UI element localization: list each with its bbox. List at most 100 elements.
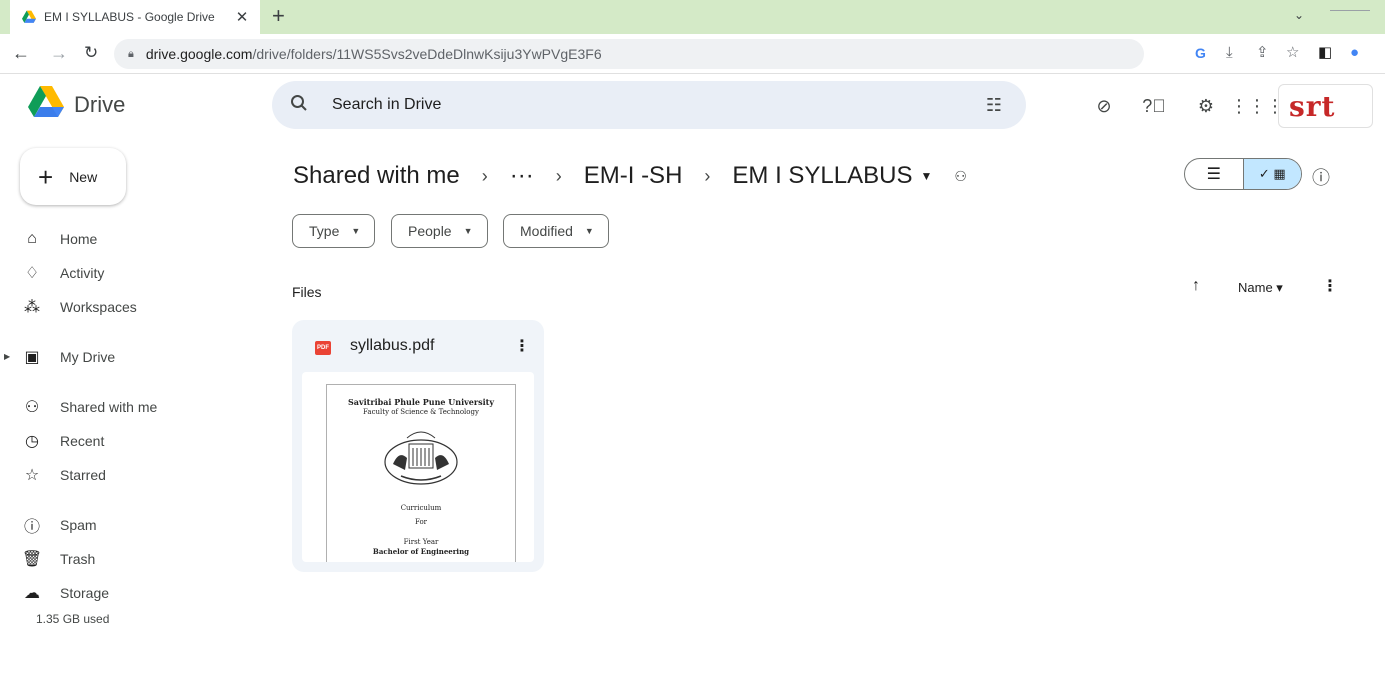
university-emblem-icon [384, 431, 458, 485]
sort-by-button[interactable]: Name ▾ [1238, 280, 1283, 296]
preview-line: Faculty of Science & Technology [363, 408, 479, 416]
sidebar-item-label: Storage [60, 585, 110, 601]
sidebar-item-activity[interactable]: ♢ Activity [14, 258, 264, 288]
sidebar-item-label: My Drive [60, 349, 116, 365]
profile-icon[interactable]: ● [1350, 43, 1359, 63]
url-path: /drive/folders/11WS5Svs2veDdeDlnwKsiju3Y… [252, 46, 602, 62]
ready-for-offline-icon[interactable]: ⊘ [1092, 94, 1116, 118]
file-name[interactable]: syllabus.pdf [350, 337, 435, 355]
settings-gear-icon[interactable]: ⚙ [1194, 94, 1218, 118]
sidebar-item-starred[interactable]: ☆ Starred [14, 460, 264, 490]
people-icon: ⚇ [24, 399, 40, 416]
filter-modified-label: Modified [520, 223, 573, 239]
account-brand-logo: srt [1289, 90, 1336, 123]
storage-usage-text: 1.35 GB used [36, 612, 110, 626]
preview-line: First Year [403, 538, 439, 546]
breadcrumb-em-i-sh[interactable]: EM-I -SH [584, 162, 683, 190]
sidebar-item-my-drive[interactable]: ▣ My Drive [14, 342, 264, 372]
browser-toolbar: ← → ↻ 🔒︎ drive.google.com /drive/folders… [0, 34, 1385, 74]
preview-line: For [414, 518, 428, 526]
clock-icon: ◷ [25, 433, 39, 450]
google-translate-icon[interactable]: G [1195, 43, 1206, 63]
spam-icon: ⓘ [23, 519, 40, 536]
sidebar-item-label: Spam [60, 517, 97, 533]
install-app-icon[interactable]: ⤓ [1226, 43, 1233, 63]
browser-tab[interactable]: EM I SYLLABUS - Google Drive ✕ [10, 0, 260, 34]
app-title[interactable]: Drive [74, 92, 125, 118]
star-icon: ☆ [24, 467, 40, 484]
sidebar-item-trash[interactable]: 🗑︎ Trash [14, 544, 264, 574]
file-thumbnail[interactable]: Savitribai Phule Pune University Faculty… [302, 372, 534, 562]
side-panel-icon[interactable]: ◧ [1318, 43, 1332, 63]
filter-type-label: Type [309, 223, 340, 239]
browser-tabstrip: EM I SYLLABUS - Google Drive ✕ + ⌄ [0, 0, 1385, 34]
chevron-down-icon: ▼ [584, 226, 594, 236]
chevron-right-icon: › [481, 165, 488, 186]
tab-close-icon[interactable]: ✕ [234, 8, 250, 26]
new-button-label: New [69, 168, 98, 185]
info-icon[interactable]: ⓘ [1312, 164, 1330, 190]
main-content: Shared with me › ··· › EM-I -SH › EM I S… [272, 140, 1385, 673]
sidebar-item-spam[interactable]: ⓘ Spam [14, 510, 264, 540]
drive-logo-icon[interactable] [28, 86, 64, 118]
window-controls[interactable] [1330, 10, 1370, 11]
search-icon[interactable] [290, 94, 314, 117]
more-options-icon[interactable]: ⋮ [1322, 276, 1338, 296]
search-options-icon[interactable]: ☷ [986, 95, 1002, 116]
sidebar-item-label: Recent [60, 433, 105, 449]
account-avatar[interactable]: srt [1278, 84, 1373, 128]
sidebar-item-home[interactable]: ⌂ Home [14, 224, 264, 254]
breadcrumb-current-folder[interactable]: EM I SYLLABUS [732, 162, 912, 190]
file-more-actions-icon[interactable]: ⋮ [514, 336, 530, 356]
sidebar-item-label: Workspaces [60, 299, 137, 315]
preview-line: Curriculum [400, 504, 442, 512]
cloud-icon: ☁︎ [24, 585, 40, 602]
sort-direction-icon[interactable]: ↑ [1192, 277, 1200, 295]
sort-by-label: Name [1238, 280, 1273, 295]
sidebar-item-label: Shared with me [60, 399, 158, 415]
lock-icon[interactable]: 🔒︎ [128, 48, 134, 61]
view-toggle: ☰ ✓ ▦ [1184, 158, 1302, 190]
chevron-down-icon: ▼ [463, 226, 473, 236]
tab-title: EM I SYLLABUS - Google Drive [44, 10, 215, 24]
chevron-right-icon: › [555, 165, 562, 186]
expand-caret-icon[interactable]: ▶ [4, 352, 10, 361]
file-card[interactable]: PDF syllabus.pdf ⋮ Savitribai Phule Pune… [292, 320, 544, 572]
sidebar-item-storage[interactable]: ☁︎ Storage [14, 578, 264, 608]
filter-people[interactable]: People ▼ [391, 214, 488, 248]
new-tab-button[interactable]: + [272, 4, 285, 28]
list-view-icon[interactable]: ☰ [1185, 159, 1243, 189]
back-icon[interactable]: ← [12, 42, 30, 64]
sidebar: + New ⌂ Home ♢ Activity ⁂ Workspaces ▶ ▣… [0, 140, 272, 673]
search-bar[interactable]: Search in Drive ☷ [272, 81, 1026, 129]
sidebar-item-shared-with-me[interactable]: ⚇ Shared with me [14, 392, 264, 422]
chevron-right-icon: › [704, 165, 711, 186]
apps-grid-icon[interactable]: ⋮⋮⋮ [1230, 94, 1284, 118]
search-input[interactable]: Search in Drive [332, 96, 986, 114]
sidebar-item-recent[interactable]: ◷ Recent [14, 426, 264, 456]
chevron-down-icon: ▼ [351, 226, 361, 236]
sidebar-item-label: Home [60, 231, 98, 247]
home-icon: ⌂ [27, 230, 37, 247]
breadcrumb-overflow[interactable]: ··· [510, 162, 534, 190]
share-icon[interactable]: ⇪ [1256, 43, 1269, 63]
reload-icon[interactable]: ↻ [84, 42, 98, 64]
help-icon[interactable]: ?⃝ [1142, 94, 1166, 118]
breadcrumb: Shared with me › ··· › EM-I -SH › EM I S… [293, 162, 967, 190]
filter-type[interactable]: Type ▼ [292, 214, 376, 248]
filter-modified[interactable]: Modified ▼ [503, 214, 609, 248]
sidebar-item-workspaces[interactable]: ⁂ Workspaces [14, 292, 264, 322]
pdf-file-icon: PDF [315, 341, 331, 355]
breadcrumb-shared-with-me[interactable]: Shared with me [293, 162, 460, 190]
address-bar[interactable]: 🔒︎ drive.google.com /drive/folders/11WS5… [114, 39, 1144, 69]
folder-menu-caret-icon[interactable]: ▼ [920, 169, 932, 183]
trash-icon: 🗑︎ [21, 551, 43, 568]
sidebar-item-label: Trash [60, 551, 96, 567]
forward-icon[interactable]: → [50, 42, 68, 64]
tab-search-icon[interactable]: ⌄ [1294, 8, 1304, 22]
bookmark-star-icon[interactable]: ☆ [1286, 43, 1299, 63]
grid-view-icon[interactable]: ✓ ▦ [1242, 159, 1301, 189]
new-button[interactable]: + New [20, 148, 126, 205]
my-drive-icon: ▣ [24, 349, 40, 366]
plus-icon: + [38, 161, 54, 192]
